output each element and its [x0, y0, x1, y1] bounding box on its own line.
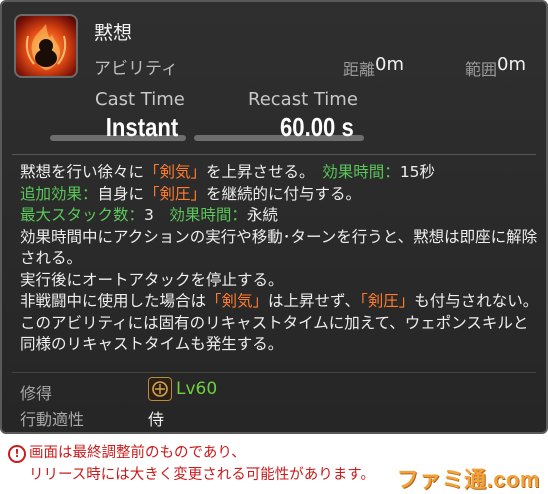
acquired-level: Lv60	[176, 379, 218, 399]
range-label: 距離	[343, 60, 376, 79]
action-description: 黙想を行い徐々に「剣気」を上昇させる。 効果時間：15秒 追加効果：自身に「剣圧」…	[20, 162, 540, 356]
action-tooltip: 黙想 アビリティ 距離 0m 範囲 0m Cast Time Instant R…	[0, 0, 548, 434]
action-name: 黙想	[94, 22, 133, 44]
watermark-logo: ファミ通.com	[396, 467, 540, 492]
cast-time-label: Cast Time	[95, 89, 185, 110]
desc-line-1: 黙想を行い徐々に「剣気」を上昇させる。 効果時間：15秒	[20, 163, 436, 181]
header-divider	[12, 154, 536, 155]
acquired-label: 修得	[20, 384, 53, 403]
radius-label: 範囲	[465, 60, 498, 79]
meditate-flame-icon	[14, 14, 78, 78]
cast-time-value: Instant	[105, 112, 178, 142]
action-type: アビリティ	[94, 59, 178, 79]
desc-line-6: 非戦闘中に使用した場合は「剣気」は上昇せず、「剣圧」も付与されない。	[20, 292, 539, 310]
radius-value: 0m	[497, 54, 526, 75]
samurai-job-icon	[148, 377, 172, 401]
notice-line-2: リリース時には大きく変更される可能性があります。	[29, 467, 375, 483]
recast-time-label: Recast Time	[248, 89, 358, 110]
warning-icon: !	[8, 445, 26, 463]
desc-line-7: このアビリティには固有のリキャストタイムに加えて、ウェポンスキルと同様のリキャス…	[20, 313, 529, 354]
recast-time-value: 60.00 s	[280, 112, 354, 142]
desc-line-2: 追加効果：自身に「剣圧」を継続的に付与する。	[20, 184, 362, 203]
preview-notice: ! 画面は最終調整前のものであり、 リリース時には大きく変更される可能性があります…	[8, 442, 375, 486]
class-value: 侍	[148, 410, 165, 429]
notice-line-1: ! 画面は最終調整前のものであり、	[8, 442, 375, 464]
desc-line-5: 実行後にオートアタックを停止する。	[20, 270, 284, 289]
class-label: 行動適性	[20, 410, 85, 429]
desc-line-4: 効果時間中にアクションの実行や移動･ターンを行うと、黙想は即座に解除される。	[20, 227, 538, 268]
range-value: 0m	[375, 54, 404, 75]
desc-line-3: 最大スタック数：3 効果時間：永続	[20, 206, 278, 224]
footer-divider	[12, 372, 536, 373]
